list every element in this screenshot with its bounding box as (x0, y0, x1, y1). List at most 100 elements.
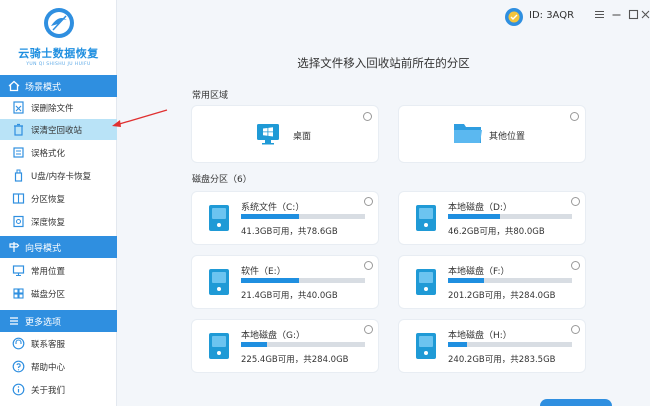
section-more-options: 更多选项 (0, 310, 117, 332)
hard-drive-icon (209, 205, 229, 231)
start-scan-button[interactable] (540, 399, 612, 406)
radio-button[interactable] (363, 112, 372, 121)
sidebar-item-format[interactable]: 误格式化 (0, 142, 117, 163)
sidebar-item-deleted-files[interactable]: 误删除文件 (0, 97, 117, 118)
drive-usage-fill (448, 214, 501, 219)
drive-card-f[interactable]: 本地磁盘（F:） 201.2GB可用，共284.0GB (399, 256, 585, 308)
drive-usage-bar (241, 278, 365, 283)
drive-name: 本地磁盘（F:） (448, 267, 510, 277)
sidebar-item-recycle-bin[interactable]: 误清空回收站 (0, 119, 117, 140)
minimize-button[interactable] (610, 9, 622, 23)
sidebar-item-label: 深度恢复 (31, 217, 66, 228)
drive-usage-fill (448, 342, 467, 347)
drive-card-e[interactable]: 软件（E:） 21.4GB可用，共40.0GB (192, 256, 378, 308)
home-icon (8, 80, 20, 92)
location-card-desktop[interactable]: 桌面 (192, 106, 378, 162)
app-window: 云骑士数据恢复 YUN QI SHISHU JU HUIFU 场景模式 误删除文… (0, 0, 650, 406)
sidebar-item-label: 联系客服 (31, 339, 66, 350)
radio-button[interactable] (364, 325, 373, 334)
drive-capacity: 240.2GB可用，共283.5GB (448, 355, 556, 365)
location-label: 桌面 (293, 132, 312, 142)
drive-card-g[interactable]: 本地磁盘（G:） 225.4GB可用，共284.0GB (192, 320, 378, 372)
drive-card-d[interactable]: 本地磁盘（D:） 46.2GB可用，共80.0GB (399, 192, 585, 244)
sidebar-item-help-center[interactable]: 帮助中心 (0, 356, 117, 377)
minimize-icon (612, 14, 620, 16)
hard-drive-icon (416, 333, 436, 359)
logo-icon (43, 8, 74, 38)
drive-capacity: 21.4GB可用，共40.0GB (241, 291, 338, 301)
location-card-other[interactable]: 其他位置 (399, 106, 585, 162)
section-wizard-mode: 向导模式 (0, 236, 117, 258)
radio-button[interactable] (571, 261, 580, 270)
drive-usage-bar (448, 342, 572, 347)
hard-drive-icon (209, 269, 229, 295)
sidebar-item-label: 常用位置 (31, 266, 66, 277)
disk-partition-icon (12, 287, 25, 300)
drive-usage-fill (241, 214, 300, 219)
drive-name: 本地磁盘（D:） (448, 203, 512, 213)
folder-icon (454, 124, 482, 143)
format-icon (12, 146, 25, 159)
drive-capacity: 225.4GB可用，共284.0GB (241, 355, 349, 365)
section-title: 向导模式 (25, 243, 62, 254)
logo-title: 云骑士数据恢复 (18, 47, 99, 60)
signpost-icon (8, 241, 20, 253)
drive-card-c[interactable]: 系统文件（C:） 41.3GB可用，共78.6GB (192, 192, 378, 244)
maximize-button[interactable] (627, 9, 639, 23)
sidebar-item-about-us[interactable]: 关于我们 (0, 379, 117, 400)
radio-button[interactable] (364, 197, 373, 206)
sidebar-item-label: U盘/内存卡恢复 (31, 171, 92, 182)
maximize-icon (628, 9, 638, 20)
radio-button[interactable] (571, 197, 580, 206)
section-title: 场景模式 (25, 82, 62, 93)
section-title: 更多选项 (25, 317, 62, 328)
disk-partition-label: 磁盘分区（6） (192, 175, 252, 185)
sidebar-item-deep-recovery[interactable]: 深度恢复 (0, 211, 117, 232)
location-label: 其他位置 (489, 132, 526, 142)
sidebar-item-contact-support[interactable]: 联系客服 (0, 333, 117, 354)
close-button[interactable] (639, 9, 650, 23)
deep-recovery-icon (12, 215, 25, 228)
common-location-icon (12, 264, 25, 277)
hard-drive-icon (416, 205, 436, 231)
drive-name: 本地磁盘（G:） (241, 331, 306, 341)
hamburger-icon (594, 10, 604, 19)
logo-subtitle: YUN QI SHISHU JU HUIFU (26, 62, 91, 67)
partition-icon (12, 192, 25, 205)
sidebar-item-label: 误清空回收站 (31, 125, 83, 136)
sidebar-item-label: 关于我们 (31, 385, 66, 396)
sidebar-item-partition[interactable]: 分区恢复 (0, 188, 117, 209)
logo: 云骑士数据恢复 YUN QI SHISHU JU HUIFU (0, 6, 117, 70)
menu-icon (8, 315, 20, 327)
drive-usage-bar (448, 214, 572, 219)
drive-capacity: 41.3GB可用，共78.6GB (241, 227, 338, 237)
sidebar-item-label: 误格式化 (31, 148, 66, 159)
drive-capacity: 46.2GB可用，共80.0GB (448, 227, 545, 237)
user-id: ID: 3AQR (529, 10, 575, 21)
drive-capacity: 201.2GB可用，共284.0GB (448, 291, 556, 301)
user-badge-icon[interactable] (504, 7, 524, 27)
title-bar: ID: 3AQR (500, 6, 650, 28)
windows-desktop-icon (257, 124, 279, 145)
sidebar-item-disk-partition[interactable]: 磁盘分区 (0, 283, 117, 304)
sidebar-item-label: 帮助中心 (31, 362, 66, 373)
drive-card-h[interactable]: 本地磁盘（H:） 240.2GB可用，共283.5GB (399, 320, 585, 372)
drive-name: 本地磁盘（H:） (448, 331, 512, 341)
menu-button[interactable] (593, 9, 605, 23)
sidebar-item-usb[interactable]: U盘/内存卡恢复 (0, 165, 117, 186)
drive-usage-bar (241, 342, 365, 347)
hard-drive-icon (416, 269, 436, 295)
section-scene-mode: 场景模式 (0, 75, 117, 97)
radio-button[interactable] (570, 112, 579, 121)
drive-name: 系统文件（C:） (241, 203, 305, 213)
drive-usage-fill (241, 278, 300, 283)
sidebar-item-common-location[interactable]: 常用位置 (0, 260, 117, 281)
sidebar: 云骑士数据恢复 YUN QI SHISHU JU HUIFU 场景模式 误删除文… (0, 0, 117, 406)
sidebar-item-label: 磁盘分区 (31, 289, 66, 300)
annotation-arrow (112, 109, 168, 127)
close-icon (641, 10, 649, 19)
radio-button[interactable] (364, 261, 373, 270)
radio-button[interactable] (571, 325, 580, 334)
common-area-label: 常用区域 (192, 91, 229, 101)
drive-name: 软件（E:） (241, 267, 286, 277)
